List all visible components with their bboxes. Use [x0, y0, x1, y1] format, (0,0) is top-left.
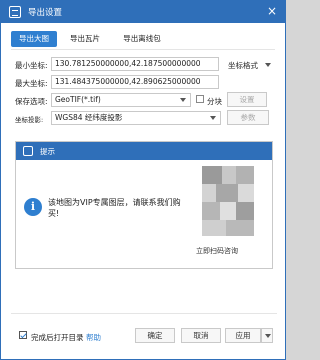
- tab-export-tiles[interactable]: 导出瓦片: [63, 31, 107, 47]
- save-type-value: GeoTIF(*.tif): [55, 95, 101, 104]
- export-settings-dialog: 导出设置 × 导出大图 导出瓦片 导出离线包 最小坐标: 130.7812500…: [0, 0, 286, 360]
- vip-message: 该地图为VIP专属图层，请联系我们购买!: [48, 198, 181, 218]
- qr-caption: 立即扫码咨询: [196, 247, 238, 255]
- tips-title: 提示: [40, 147, 55, 156]
- tab-divider: [11, 49, 275, 50]
- min-coord-label: 最小坐标:: [15, 61, 48, 70]
- footer-divider: [11, 313, 277, 314]
- projection-select[interactable]: WGS84 经纬度投影: [51, 111, 221, 125]
- max-coord-input[interactable]: 131.484375000000,42.890625000000: [51, 75, 219, 89]
- info-icon: i: [24, 198, 42, 216]
- save-type-label: 保存选项:: [15, 97, 48, 106]
- split-label: 分块: [207, 97, 222, 106]
- apply-options-button[interactable]: [261, 328, 273, 343]
- qr-code-image: [202, 166, 254, 236]
- settings-button[interactable]: 设置: [227, 92, 267, 107]
- tips-title-bar: 提示: [16, 142, 272, 160]
- open-dir-label: 完成后打开目录: [31, 333, 84, 342]
- ok-button[interactable]: 确定: [135, 328, 175, 343]
- app-icon: [9, 6, 21, 18]
- help-link[interactable]: 帮助: [86, 332, 101, 343]
- coord-format-chevron-down-icon[interactable]: [265, 63, 271, 67]
- max-coord-label: 最大坐标:: [15, 79, 48, 88]
- projection-label: 坐标投影:: [15, 116, 44, 124]
- save-type-select[interactable]: GeoTIF(*.tif): [51, 93, 191, 107]
- tab-export-image[interactable]: 导出大图: [11, 31, 57, 47]
- chevron-down-icon: [180, 98, 186, 102]
- chevron-down-icon: [265, 334, 271, 338]
- projection-value: WGS84 经纬度投影: [55, 113, 123, 122]
- split-checkbox[interactable]: [196, 95, 204, 103]
- vip-tips-popup: 提示 i 该地图为VIP专属图层，请联系我们购买! 立即扫码咨询: [15, 141, 273, 269]
- tips-app-icon: [23, 146, 33, 156]
- dialog-title: 导出设置: [28, 8, 63, 18]
- close-icon[interactable]: ×: [267, 4, 277, 18]
- min-coord-input[interactable]: 130.781250000000,42.187500000000: [51, 57, 219, 71]
- cancel-button[interactable]: 取消: [181, 328, 221, 343]
- apply-button[interactable]: 应用: [225, 328, 261, 343]
- tab-export-offline-package[interactable]: 导出离线包: [111, 31, 173, 47]
- chevron-down-icon: [210, 116, 216, 120]
- open-dir-checkbox[interactable]: [19, 331, 27, 339]
- coord-format-label[interactable]: 坐标格式: [228, 60, 258, 71]
- params-button[interactable]: 参数: [227, 110, 269, 125]
- title-bar[interactable]: 导出设置 ×: [1, 1, 285, 23]
